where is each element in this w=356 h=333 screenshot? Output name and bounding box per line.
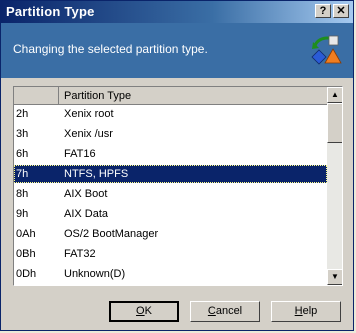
cancel-button[interactable]: Cancel [190, 301, 260, 322]
dialog-header: Changing the selected partition type. [1, 23, 353, 78]
row-partition-type: OS/2 BootManager [64, 228, 159, 240]
row-code: 0Ah [16, 228, 36, 240]
title-close-button[interactable]: ✕ [333, 4, 349, 18]
ok-button[interactable]: OK [109, 301, 179, 322]
row-partition-type: AIX Data [64, 208, 109, 220]
row-partition-type: AIX Boot [64, 188, 108, 200]
row-code: 9h [16, 208, 29, 220]
row-partition-type: NTFS, HPFS [64, 168, 129, 180]
partition-type-dialog: Partition Type ? ✕ Changing the selected… [0, 0, 354, 331]
column-header-partition-type[interactable]: Partition Type [64, 90, 131, 102]
partition-type-list[interactable]: Partition Type 2h Xenix root 3h Xenix /usr 6… [13, 86, 343, 286]
table-row[interactable]: 2h Xenix root [14, 105, 327, 123]
row-partition-type: FAT16 [64, 148, 96, 160]
table-row[interactable]: 9h AIX Data [14, 205, 327, 223]
header-subtitle: Changing the selected partition type. [13, 42, 208, 56]
row-code: 6h [16, 148, 29, 160]
row-partition-type: Xenix /usr [64, 128, 113, 140]
row-code: 0Bh [16, 248, 36, 260]
table-row[interactable]: 8h AIX Boot [14, 185, 327, 203]
table-row[interactable]: 6h FAT16 [14, 145, 327, 163]
list-scrollbar[interactable]: ▲ ▼ [327, 87, 342, 285]
help-label-rest: elp [302, 305, 318, 317]
help-button[interactable]: Help [271, 301, 341, 322]
title-help-button[interactable]: ? [315, 4, 331, 18]
scroll-up-button[interactable]: ▲ [327, 87, 342, 103]
ok-label-rest: K [144, 305, 152, 317]
list-viewport: Partition Type 2h Xenix root 3h Xenix /usr 6… [14, 87, 327, 285]
table-row[interactable]: 0Dh Unknown(D) [14, 265, 327, 283]
row-code: 8h [16, 188, 29, 200]
scroll-down-button[interactable]: ▼ [327, 269, 342, 285]
row-code: 3h [16, 128, 29, 140]
row-code: 2h [16, 108, 29, 120]
scroll-thumb[interactable] [327, 103, 342, 143]
row-code: 7h [16, 168, 29, 180]
row-partition-type: Xenix root [64, 108, 114, 120]
ok-accelerator: O [136, 305, 145, 317]
row-partition-type: Unknown(D) [64, 268, 126, 280]
table-row[interactable]: 7h NTFS, HPFS [14, 165, 327, 183]
cancel-accelerator: C [207, 305, 216, 317]
title-bar[interactable]: Partition Type ? ✕ [1, 1, 353, 23]
partition-type-icon [311, 35, 342, 65]
column-header-code[interactable] [14, 87, 59, 104]
row-code: 0Dh [16, 268, 37, 280]
row-partition-type: FAT32 [64, 248, 96, 260]
help-accelerator: H [294, 305, 303, 317]
cancel-label-rest: ancel [215, 305, 243, 317]
table-row[interactable]: 0Bh FAT32 [14, 245, 327, 263]
table-row[interactable]: 0Ah OS/2 BootManager [14, 225, 327, 243]
window-title: Partition Type [6, 4, 95, 19]
list-column-header: Partition Type [14, 87, 327, 105]
table-row[interactable]: 3h Xenix /usr [14, 125, 327, 143]
